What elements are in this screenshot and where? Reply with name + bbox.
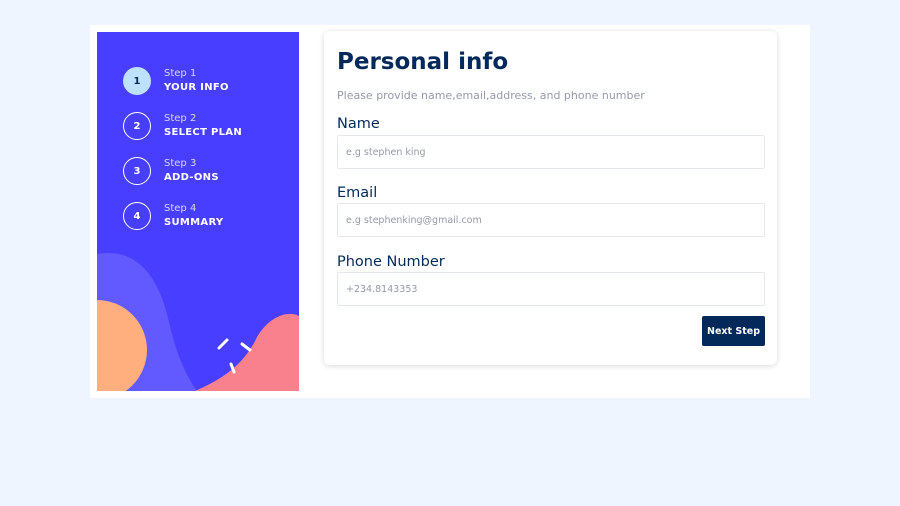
step-title: SUMMARY [164,217,224,228]
name-input[interactable] [337,135,765,169]
sidebar: 1 Step 1 YOUR INFO 2 Step 2 SELECT PLAN … [97,32,299,391]
page-title: Personal info [337,49,509,75]
form-card: 1 Step 1 YOUR INFO 2 Step 2 SELECT PLAN … [90,25,810,398]
step-4[interactable]: 4 Step 4 SUMMARY [123,201,223,231]
pink-wave-shape [195,313,299,391]
step-number-badge: 2 [123,112,151,140]
email-label: Email [337,185,378,201]
step-number-badge: 1 [123,67,151,95]
step-title: YOUR INFO [164,82,229,93]
step-label: Step 1 [164,68,197,79]
step-number-badge: 3 [123,157,151,185]
step-label: Step 2 [164,113,197,124]
step-title: ADD-ONS [164,172,219,183]
phone-input[interactable] [337,272,765,306]
step-3[interactable]: 3 Step 3 ADD-ONS [123,156,219,186]
step-2[interactable]: 2 Step 2 SELECT PLAN [123,111,242,141]
step-label: Step 4 [164,203,197,214]
sparkle-line [240,342,252,352]
personal-info-panel: Personal info Please provide name,email,… [324,31,777,365]
step-title: SELECT PLAN [164,127,242,138]
email-input[interactable] [337,203,765,237]
page-subtitle: Please provide name,email,address, and p… [337,89,645,102]
step-label: Step 3 [164,158,197,169]
name-label: Name [337,116,380,132]
sparkle-line [217,338,229,350]
step-1[interactable]: 1 Step 1 YOUR INFO [123,66,229,96]
phone-label: Phone Number [337,254,445,270]
next-step-button[interactable]: Next Step [702,316,765,346]
step-number-badge: 4 [123,202,151,230]
